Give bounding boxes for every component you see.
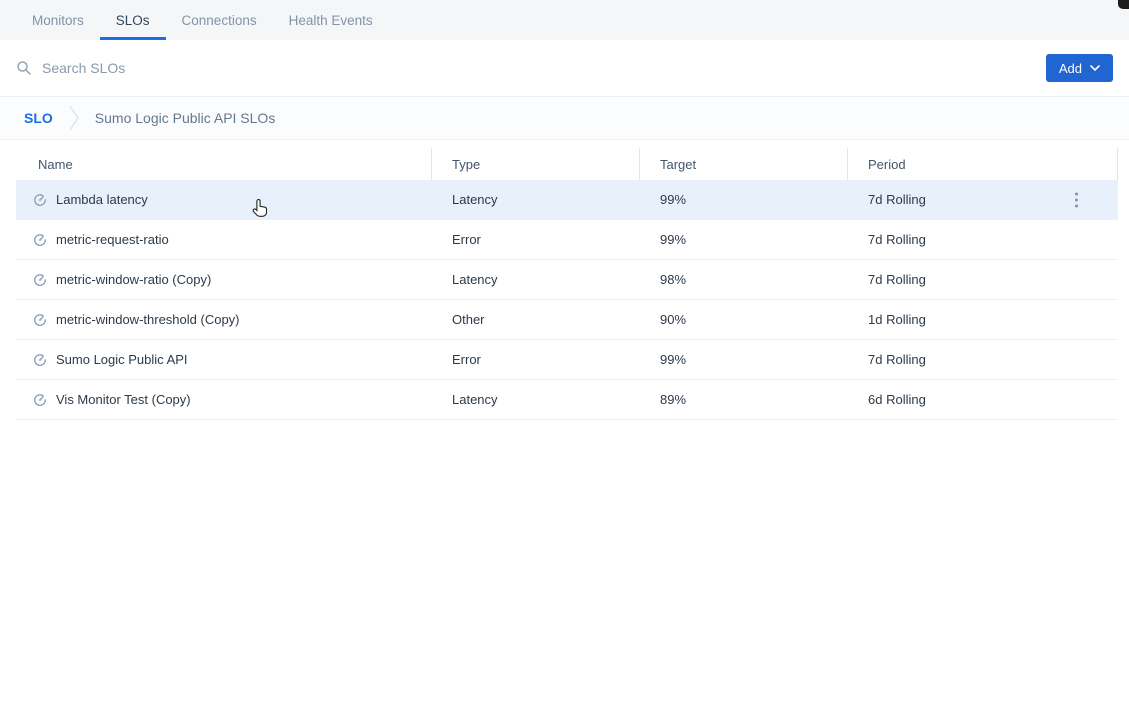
table-body: Lambda latency Latency 99% 7d Rolling	[16, 180, 1118, 420]
slo-name-cell: metric-window-ratio (Copy)	[16, 272, 432, 287]
slo-name: Sumo Logic Public API	[56, 352, 188, 367]
breadcrumb-current: Sumo Logic Public API SLOs	[95, 110, 276, 126]
gauge-icon	[33, 353, 47, 367]
slo-name-cell: metric-window-threshold (Copy)	[16, 312, 432, 327]
slo-type: Latency	[432, 272, 640, 287]
table-row[interactable]: Vis Monitor Test (Copy) Latency 89% 6d R…	[16, 380, 1118, 420]
table-header: Name Type Target Period	[16, 148, 1118, 180]
gauge-icon	[33, 193, 47, 207]
slo-type: Other	[432, 312, 640, 327]
slo-type: Error	[432, 352, 640, 367]
slo-target: 90%	[640, 312, 848, 327]
tabs: Monitors SLOs Connections Health Events	[16, 0, 389, 40]
slo-name: metric-window-ratio (Copy)	[56, 272, 211, 287]
corner-artifact	[1118, 0, 1129, 9]
slo-type: Latency	[432, 392, 640, 407]
gauge-icon	[33, 233, 47, 247]
slo-period: 1d Rolling	[848, 312, 1118, 327]
slo-target: 99%	[640, 352, 848, 367]
slo-period: 7d Rolling	[848, 232, 1118, 247]
gauge-icon	[33, 273, 47, 287]
slo-name-cell: Lambda latency	[16, 192, 432, 207]
add-button-label: Add	[1059, 61, 1082, 76]
breadcrumb: SLO Sumo Logic Public API SLOs	[0, 97, 1129, 140]
table-row[interactable]: metric-window-threshold (Copy) Other 90%…	[16, 300, 1118, 340]
slo-period: 7d Rolling	[848, 352, 1118, 367]
tab[interactable]: SLOs	[100, 0, 166, 40]
slo-period: 7d Rolling	[848, 272, 1118, 287]
slo-name-cell: Sumo Logic Public API	[16, 352, 432, 367]
slo-name: Vis Monitor Test (Copy)	[56, 392, 191, 407]
slo-target: 89%	[640, 392, 848, 407]
search-icon	[16, 60, 32, 76]
slo-target: 99%	[640, 192, 848, 207]
slo-type: Error	[432, 232, 640, 247]
slo-period: 6d Rolling	[848, 392, 1118, 407]
slo-name: metric-request-ratio	[56, 232, 169, 247]
table-row[interactable]: metric-request-ratio Error 99% 7d Rollin…	[16, 220, 1118, 260]
slo-name: metric-window-threshold (Copy)	[56, 312, 240, 327]
column-header-name: Name	[16, 148, 432, 180]
tab[interactable]: Health Events	[273, 0, 389, 40]
slo-name: Lambda latency	[56, 192, 148, 207]
gauge-icon	[33, 313, 47, 327]
slo-target: 99%	[640, 232, 848, 247]
slo-target: 98%	[640, 272, 848, 287]
slo-name-cell: Vis Monitor Test (Copy)	[16, 392, 432, 407]
tab-bar: Monitors SLOs Connections Health Events	[0, 0, 1129, 40]
kebab-menu-icon[interactable]	[1071, 188, 1082, 211]
tab[interactable]: Monitors	[16, 0, 100, 40]
chevron-right-icon	[69, 105, 79, 131]
gauge-icon	[33, 393, 47, 407]
slo-type: Latency	[432, 192, 640, 207]
chevron-down-icon	[1090, 65, 1100, 71]
table-row[interactable]: Sumo Logic Public API Error 99% 7d Rolli…	[16, 340, 1118, 380]
search-section: Add	[0, 40, 1129, 97]
add-button[interactable]: Add	[1046, 54, 1113, 82]
search-input[interactable]	[42, 60, 1046, 76]
column-header-type: Type	[432, 148, 640, 180]
column-header-target: Target	[640, 148, 848, 180]
breadcrumb-root[interactable]: SLO	[24, 110, 53, 126]
tab[interactable]: Connections	[166, 0, 273, 40]
table-row[interactable]: metric-window-ratio (Copy) Latency 98% 7…	[16, 260, 1118, 300]
table-row[interactable]: Lambda latency Latency 99% 7d Rolling	[16, 180, 1118, 220]
column-header-period: Period	[848, 148, 1118, 180]
slo-name-cell: metric-request-ratio	[16, 232, 432, 247]
slo-table: Name Type Target Period Lambda latency	[16, 148, 1118, 420]
